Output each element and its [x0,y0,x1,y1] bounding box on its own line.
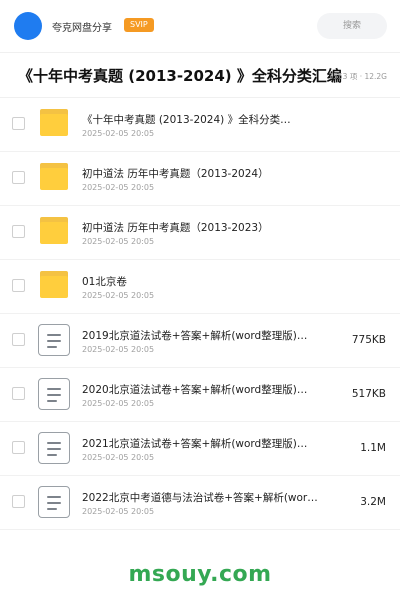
search-input[interactable]: 搜索 [317,13,387,39]
file-row[interactable]: 初中道法 历年中考真题（2013-2024） 2025-02-05 20:05 [0,152,400,206]
select-checkbox[interactable] [12,333,25,346]
select-checkbox[interactable] [12,441,25,454]
folder-icon [38,108,70,140]
folder-icon [38,216,70,248]
file-row[interactable]: 2019北京道法试卷+答案+解析(word整理版)… 2025-02-05 20:… [0,314,400,368]
folder-icon [38,270,70,302]
file-row[interactable]: 初中道法 历年中考真题（2013-2023） 2025-02-05 20:05 [0,206,400,260]
select-checkbox[interactable] [12,495,25,508]
file-list: 《十年中考真题 (2013-2024) 》全科分类… 2025-02-05 20:… [0,98,400,530]
file-name: 01北京卷 [82,276,127,288]
file-row[interactable]: 2021北京道法试卷+答案+解析(word整理版)… 2025-02-05 20:… [0,422,400,476]
file-size: 775KB [351,334,386,346]
file-row[interactable]: 01北京卷 2025-02-05 20:05 [0,260,400,314]
file-date: 2025-02-05 20:05 [82,345,155,354]
file-date: 2025-02-05 20:05 [82,399,155,408]
file-name: 初中道法 历年中考真题（2013-2023） [82,222,269,234]
file-size: 1.1M [360,442,386,454]
file-name: 初中道法 历年中考真题（2013-2024） [82,168,269,180]
document-icon [38,378,70,410]
file-name: 2022北京中考道德与法治试卷+答案+解析(wor… [82,492,318,504]
select-checkbox[interactable] [12,171,25,184]
file-row[interactable]: 2022北京中考道德与法治试卷+答案+解析(wor… 2025-02-05 20:… [0,476,400,530]
avatar[interactable] [14,12,42,40]
file-name: 2020北京道法试卷+答案+解析(word整理版)… [82,384,308,396]
file-date: 2025-02-05 20:05 [82,291,155,300]
select-checkbox[interactable] [12,387,25,400]
folder-icon [38,162,70,194]
file-size: 3.2M [360,496,386,508]
file-date: 2025-02-05 20:05 [82,183,155,192]
item-count-size: 7553 项 · 12.2G [328,72,387,81]
header-bar: 夸克网盘分享 SVIP 搜索 [0,0,400,52]
select-checkbox[interactable] [12,225,25,238]
file-size: 517KB [351,388,386,400]
document-icon [38,432,70,464]
file-date: 2025-02-05 20:05 [82,507,155,516]
watermark-text: msouy.com [128,562,272,587]
file-date: 2025-02-05 20:05 [82,237,155,246]
file-name: 《十年中考真题 (2013-2024) 》全科分类… [82,114,291,126]
file-date: 2025-02-05 20:05 [82,453,155,462]
page-title: 《十年中考真题 (2013-2024) 》全科分类汇编 [18,67,342,85]
document-icon [38,324,70,356]
file-name: 2019北京道法试卷+答案+解析(word整理版)… [82,330,308,342]
file-date: 2025-02-05 20:05 [82,129,155,138]
select-checkbox[interactable] [12,279,25,292]
brand-name: 夸克网盘分享 [52,23,112,34]
select-checkbox[interactable] [12,117,25,130]
file-name: 2021北京道法试卷+答案+解析(word整理版)… [82,438,308,450]
document-icon [38,486,70,518]
file-row[interactable]: 2020北京道法试卷+答案+解析(word整理版)… 2025-02-05 20:… [0,368,400,422]
title-row: 《十年中考真题 (2013-2024) 》全科分类汇编 7553 项 · 12.… [0,52,400,98]
file-row[interactable]: 《十年中考真题 (2013-2024) 》全科分类… 2025-02-05 20:… [0,98,400,152]
svip-badge: SVIP [124,18,154,32]
